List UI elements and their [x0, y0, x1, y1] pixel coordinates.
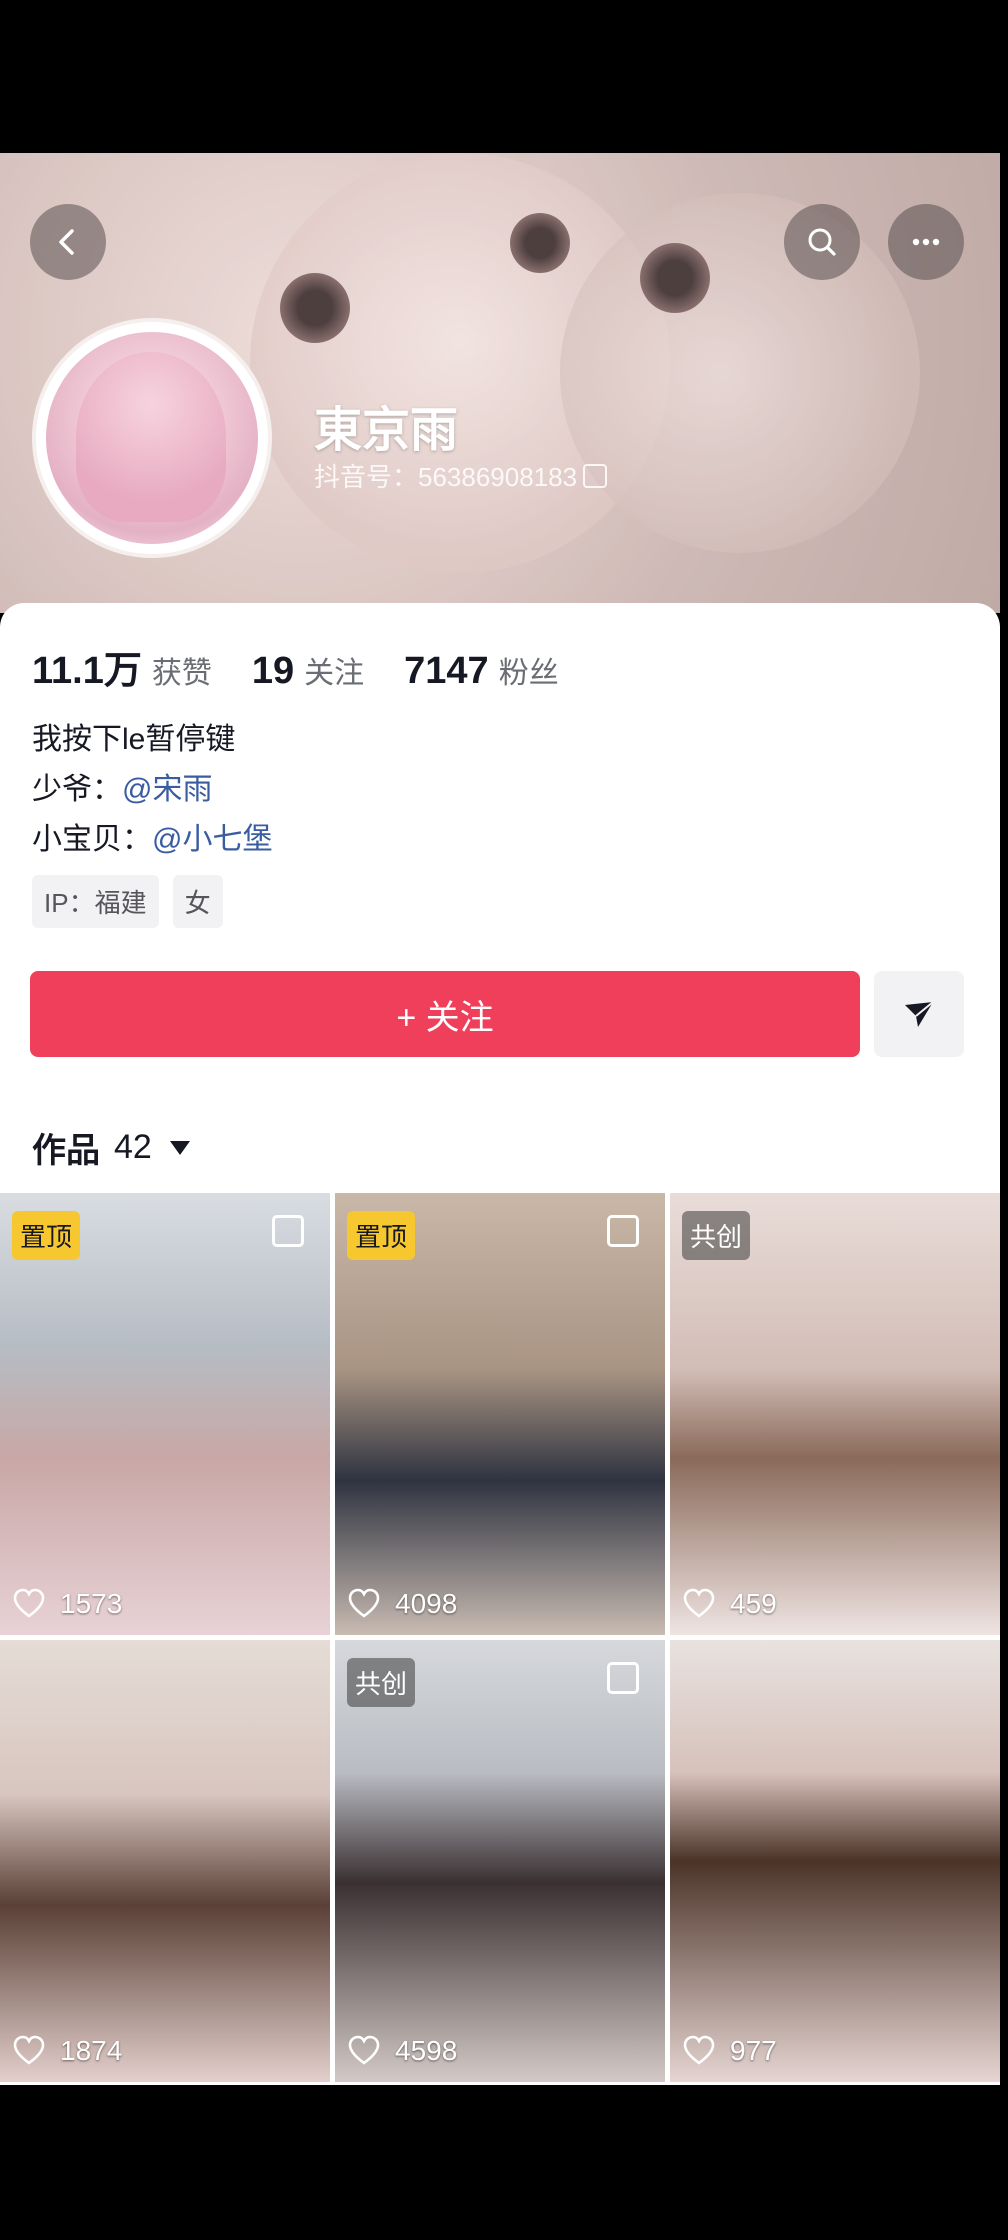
like-count-text: 1573 — [60, 1588, 123, 1619]
bio-line: 少爷：@宋雨 — [32, 765, 272, 815]
more-button[interactable] — [888, 204, 964, 280]
gender-tag: 女 — [172, 875, 223, 928]
like-count: 459 — [682, 1587, 777, 1621]
video-grid: 置顶 1573 置顶 4098 共创 459 1874 共创 4598 977 — [0, 1193, 1000, 2085]
nav-bar-area — [0, 2085, 1008, 2240]
stats-row: 11.1万 获赞 19 关注 7147 粉丝 — [32, 639, 599, 694]
works-tab[interactable]: 作品 42 — [32, 1123, 190, 1172]
like-count-text: 4098 — [395, 1588, 458, 1619]
tags-row: IP：福建 女 — [32, 875, 223, 928]
search-button[interactable] — [784, 204, 860, 280]
bio-label: 小宝贝： — [32, 823, 152, 856]
copy-icon[interactable] — [583, 463, 608, 488]
mention-link[interactable]: @宋雨 — [122, 773, 212, 806]
multi-image-icon — [607, 1215, 639, 1247]
heart-icon — [13, 1588, 45, 1618]
bio: 我按下le暂停键 少爷：@宋雨 小宝贝：@小七堡 — [32, 715, 272, 865]
following-count[interactable]: 19 — [252, 650, 294, 693]
profile-name: 東京雨 — [314, 404, 459, 457]
paper-plane-icon — [905, 1001, 934, 1027]
like-count-text: 977 — [730, 2035, 777, 2066]
like-count: 1874 — [12, 2034, 122, 2068]
mention-link[interactable]: @小七堡 — [152, 823, 272, 856]
follow-button[interactable]: + 关注 — [30, 971, 860, 1057]
more-dots-icon — [912, 238, 940, 246]
collab-badge: 共创 — [682, 1211, 751, 1260]
multi-image-icon — [607, 1662, 639, 1694]
back-arrow-icon — [59, 229, 74, 255]
search-icon — [808, 228, 836, 256]
douyin-id[interactable]: 抖音号：56386908183 — [314, 457, 608, 494]
like-count: 4598 — [347, 2034, 457, 2068]
heart-icon — [348, 1588, 380, 1618]
like-count: 1573 — [12, 1587, 122, 1621]
like-count: 4098 — [347, 1587, 457, 1621]
back-button[interactable] — [30, 204, 106, 280]
like-count-text: 1874 — [60, 2035, 123, 2066]
profile-card: 11.1万 获赞 19 关注 7147 粉丝 我按下le暂停键 少爷：@宋雨 小… — [0, 603, 1000, 1193]
works-label: 作品 — [32, 1132, 100, 1170]
works-count: 42 — [114, 1128, 152, 1166]
collab-badge: 共创 — [347, 1658, 416, 1707]
video-tile[interactable]: 1874 — [0, 1640, 330, 2082]
heart-icon — [348, 2035, 380, 2065]
video-thumbnail — [0, 1640, 330, 2082]
pinned-badge: 置顶 — [12, 1211, 81, 1260]
followers-count[interactable]: 7147 — [404, 650, 489, 693]
bio-label: 少爷： — [32, 773, 122, 806]
video-tile[interactable]: 置顶 1573 — [0, 1193, 330, 1635]
bio-line: 我按下le暂停键 — [32, 723, 236, 756]
followers-label[interactable]: 粉丝 — [499, 648, 559, 692]
douyin-id-text: 抖音号：56386908183 — [314, 462, 578, 492]
following-label[interactable]: 关注 — [304, 648, 364, 692]
like-count-text: 459 — [730, 1588, 777, 1619]
video-tile[interactable]: 共创 4598 — [335, 1640, 665, 2082]
ip-tag: IP：福建 — [32, 875, 159, 928]
likes-count: 11.1万 — [32, 650, 142, 692]
like-count: 977 — [682, 2034, 777, 2068]
like-count-text: 4598 — [395, 2035, 458, 2066]
bio-line: 小宝贝：@小七堡 — [32, 815, 272, 865]
multi-image-icon — [272, 1215, 304, 1247]
video-tile[interactable]: 共创 459 — [670, 1193, 1000, 1635]
likes-label: 获赞 — [151, 657, 212, 690]
dropdown-caret-icon — [169, 1140, 190, 1155]
video-tile[interactable]: 977 — [670, 1640, 1000, 2082]
video-tile[interactable]: 置顶 4098 — [335, 1193, 665, 1635]
heart-icon — [683, 2035, 715, 2065]
heart-icon — [13, 2035, 45, 2065]
avatar[interactable] — [32, 318, 272, 558]
message-button[interactable] — [874, 971, 964, 1057]
video-thumbnail — [670, 1640, 1000, 2082]
heart-icon — [683, 1588, 715, 1618]
pinned-badge: 置顶 — [347, 1211, 416, 1260]
status-area — [0, 0, 1008, 153]
